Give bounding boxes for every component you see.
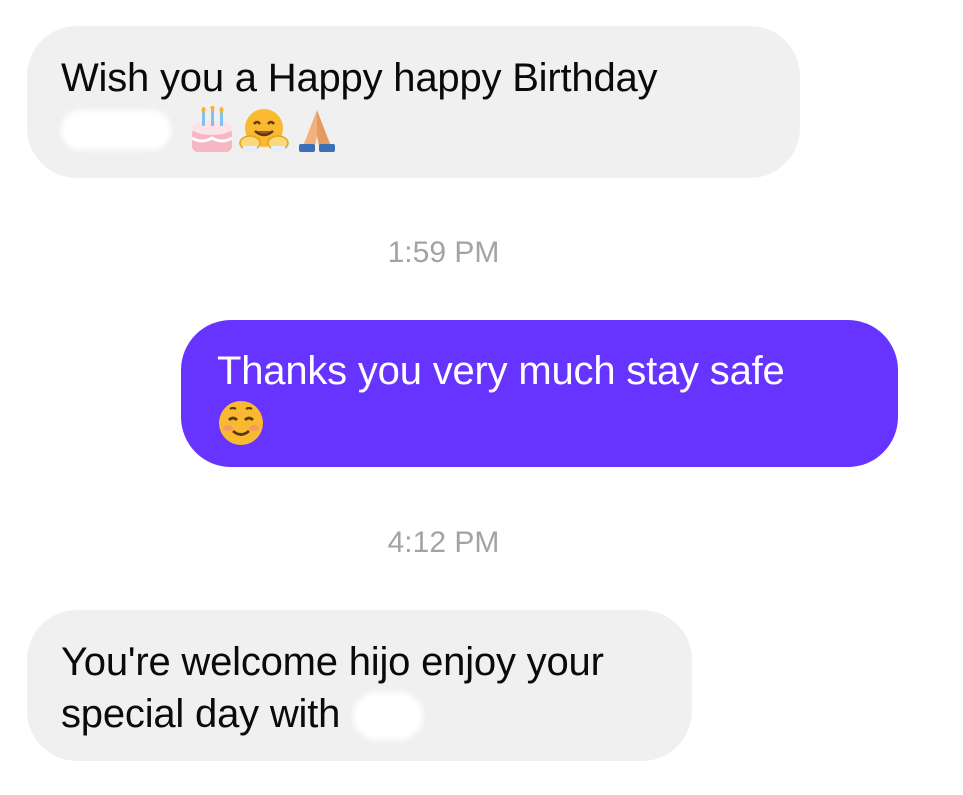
redacted-name: [61, 110, 171, 150]
message-text: special day with: [61, 692, 341, 736]
message-text: You're welcome hijo enjoy your: [61, 640, 604, 684]
redacted-name: [353, 692, 424, 741]
birthday-cake-icon: [189, 106, 235, 154]
timestamp: 4:12 PM: [387, 526, 500, 559]
smiling-face-icon: [217, 399, 265, 447]
message-text: Thanks you very much stay safe: [217, 349, 785, 393]
timestamp: 1:59 PM: [387, 236, 500, 269]
emoji-row: [217, 397, 862, 449]
message-bubble-outgoing[interactable]: Thanks you very much stay safe: [181, 320, 898, 467]
message-text-line-2: special day with: [61, 688, 658, 741]
emoji-row: [61, 104, 766, 156]
message-bubble-incoming[interactable]: Wish you a Happy happy Birthday: [27, 26, 800, 178]
message-text: Wish you a Happy happy Birthday: [61, 56, 658, 100]
message-bubble-incoming[interactable]: You're welcome hijo enjoy your special d…: [27, 610, 692, 761]
hugging-face-icon: [239, 106, 289, 154]
folded-hands-icon: [293, 106, 341, 154]
